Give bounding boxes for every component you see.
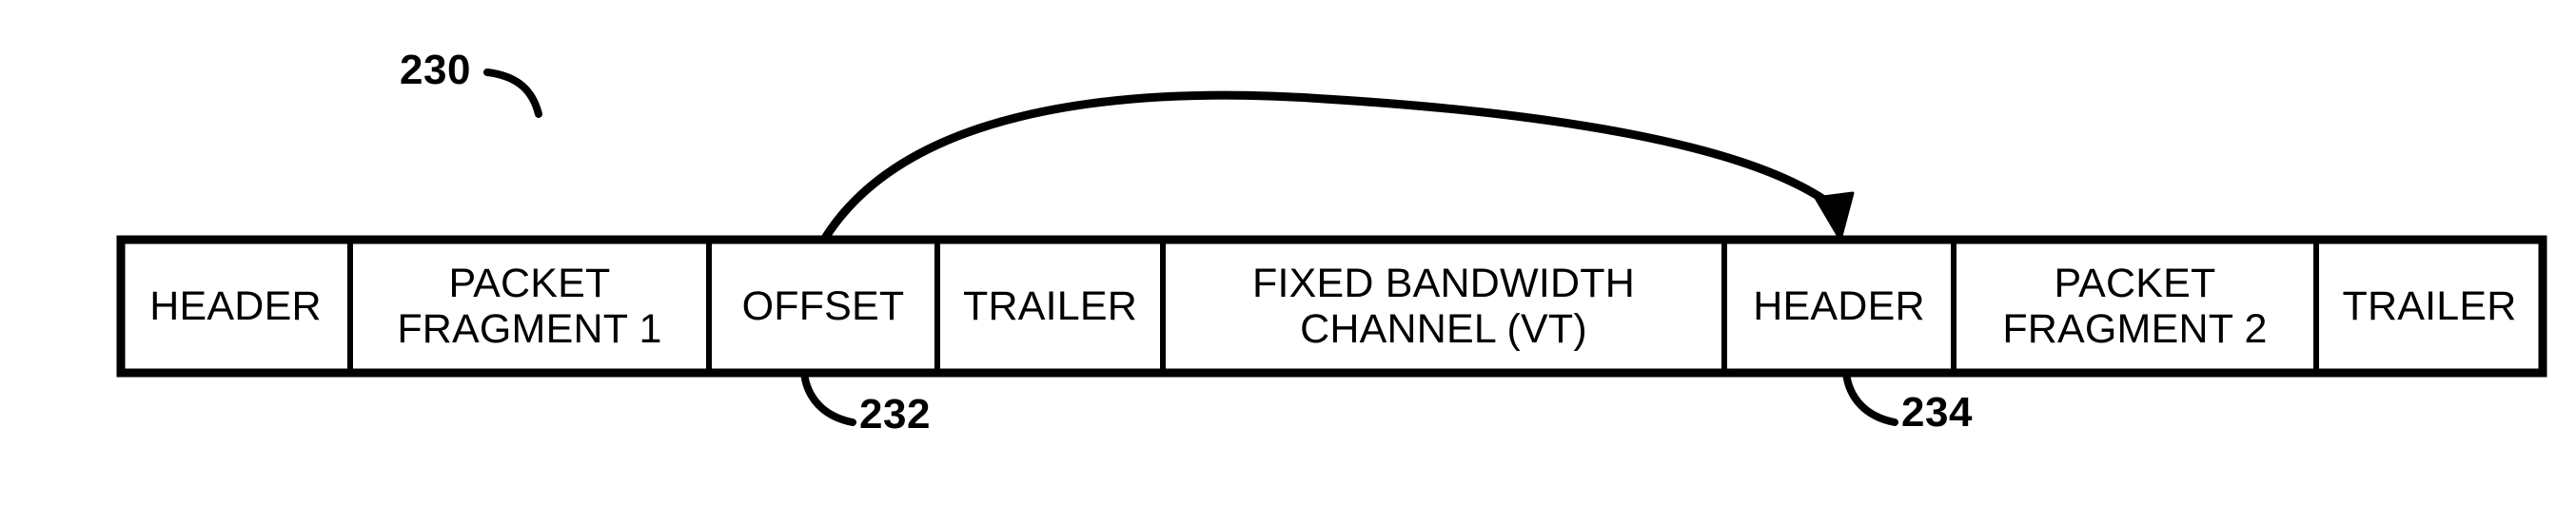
leader-line-230	[483, 68, 542, 118]
figure-vector-layer	[116, 68, 2547, 426]
continuation-arrowhead	[1814, 191, 1855, 242]
leader-line-234	[1842, 369, 1898, 426]
reference-numeral-230: 230	[400, 47, 471, 93]
patent-figure: HEADER PACKET FRAGMENT 1 OFFSET TRAILER …	[0, 0, 2576, 525]
reference-numeral-232: 232	[859, 391, 931, 438]
fragment-continuation-arrow	[819, 90, 1855, 244]
continuation-arc-path	[819, 90, 1839, 244]
leader-line-232	[800, 369, 856, 426]
reference-numeral-234: 234	[1901, 389, 1973, 436]
frame-strip-outline	[116, 235, 2547, 378]
